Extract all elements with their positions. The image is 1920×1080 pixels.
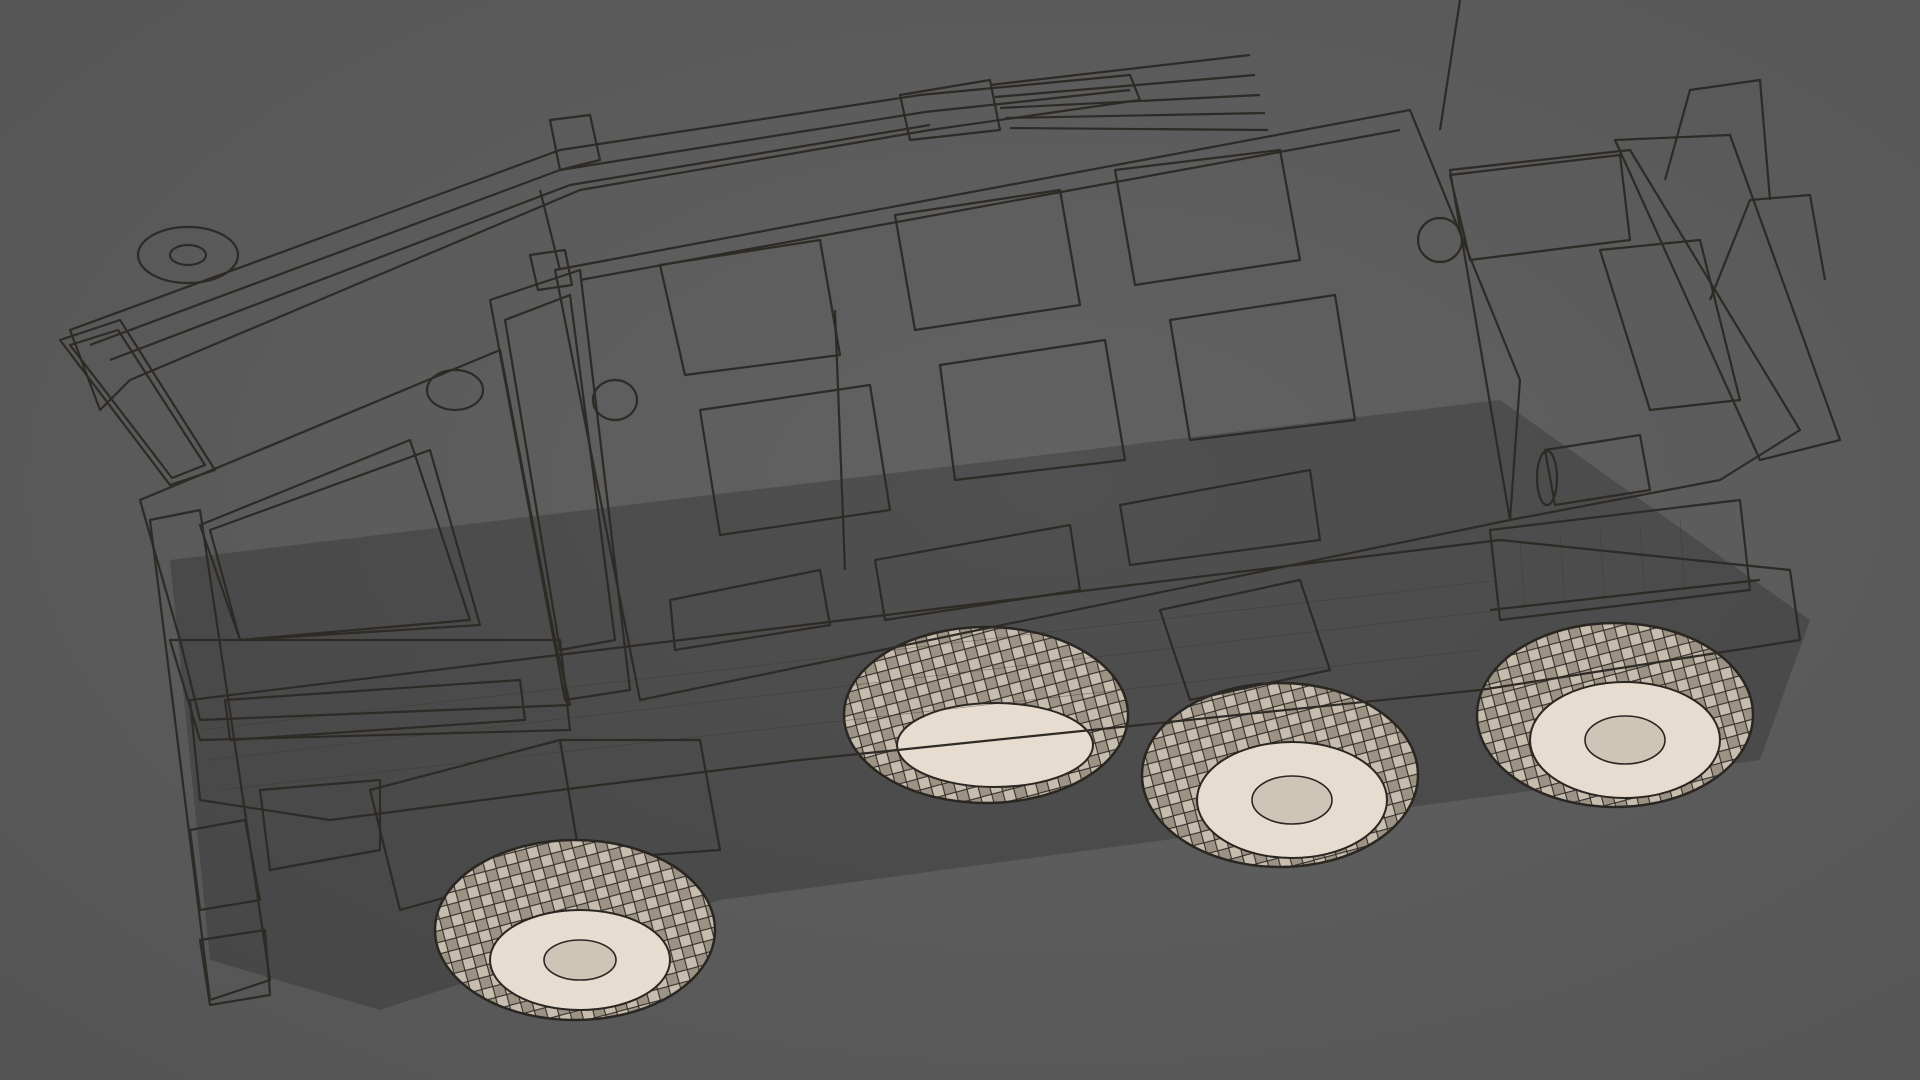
second-wheel [842, 625, 1130, 805]
rear-wheel [1475, 621, 1755, 809]
front-wheel [433, 838, 717, 1022]
crane-arm [58, 53, 1269, 487]
vehicle-render [58, 0, 1842, 1022]
render-viewport [0, 0, 1920, 1080]
